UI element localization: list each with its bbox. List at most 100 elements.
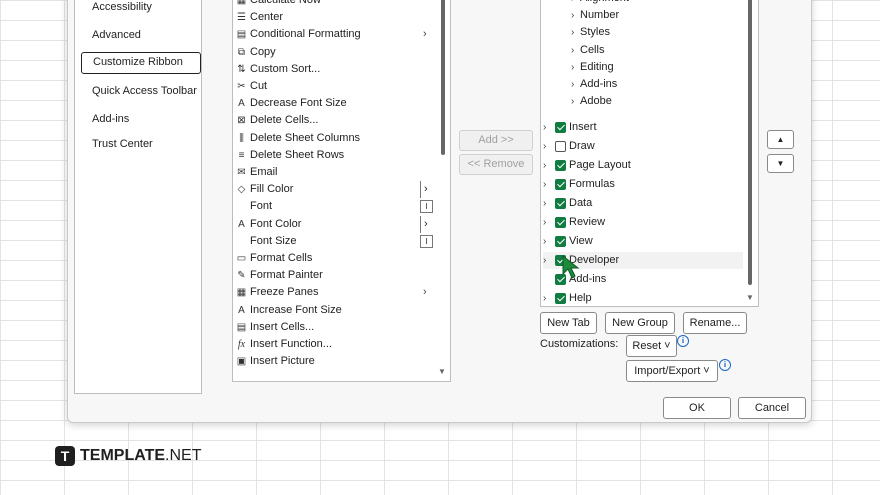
command-label: Decrease Font Size — [250, 97, 347, 110]
tree-tab-review[interactable]: › Review — [543, 214, 743, 231]
tree-tab-draw[interactable]: › Draw — [543, 138, 743, 155]
tree-subgroup[interactable]: › Add-ins — [571, 76, 731, 93]
chevron-right-icon[interactable]: › — [571, 24, 574, 41]
remove-button[interactable]: << Remove — [459, 154, 533, 175]
new-tab-button[interactable]: New Tab — [540, 312, 597, 334]
tree-scroll-down-arrow-icon[interactable]: ▼ — [746, 293, 754, 302]
tree-subgroup[interactable]: › Adobe — [571, 93, 731, 110]
tree-tab-insert[interactable]: › Insert — [543, 119, 743, 136]
mouse-pointer-icon — [562, 255, 580, 279]
checkbox[interactable] — [555, 160, 566, 171]
command-label: Delete Sheet Columns — [250, 131, 361, 144]
chevron-right-icon[interactable]: › — [543, 252, 546, 269]
tree-tab-label: Insert — [569, 121, 597, 133]
nav-item-advanced[interactable]: Advanced — [81, 24, 201, 46]
chevron-right-icon[interactable]: › — [543, 214, 546, 231]
tree-tab-page-layout[interactable]: › Page Layout — [543, 157, 743, 174]
nav-item-trust-center[interactable]: Trust Center — [81, 133, 201, 155]
tree-subgroup-label: Number — [580, 9, 620, 22]
nav-item-quick-access-toolbar[interactable]: Quick Access Toolbar — [81, 80, 201, 102]
chevron-right-icon[interactable]: › — [543, 176, 546, 193]
chevron-right-icon[interactable]: › — [543, 195, 546, 212]
tree-subgroup[interactable]: › Styles — [571, 24, 731, 41]
format-cells-icon: ▭ — [236, 253, 247, 264]
import-export-info-icon[interactable]: i — [719, 359, 731, 371]
command-item[interactable]: ☰ Center — [233, 9, 438, 26]
scroll-down-arrow-icon[interactable]: ▼ — [438, 367, 446, 376]
checkbox[interactable] — [555, 217, 566, 228]
command-label: Center — [250, 11, 284, 24]
command-item[interactable]: ✂ Cut — [233, 78, 438, 95]
tree-subgroup[interactable]: › Alignment — [571, 0, 731, 7]
command-label: Delete Sheet Rows — [250, 148, 345, 161]
command-item[interactable]: ▭ Format Cells — [233, 250, 438, 267]
tree-subgroup[interactable]: › Editing — [571, 59, 731, 76]
chevron-right-icon[interactable]: › — [543, 119, 546, 136]
insert-cells-icon: ▤ — [236, 321, 247, 333]
command-item[interactable]: A Increase Font Size — [233, 302, 438, 319]
tree-tab-data[interactable]: › Data — [543, 195, 743, 212]
tree-scrollbar-thumb[interactable] — [748, 0, 752, 285]
checkbox[interactable] — [555, 293, 566, 304]
tree-tab-label: Page Layout — [569, 159, 631, 171]
command-item[interactable]: ✉ Email — [233, 164, 438, 181]
command-item[interactable]: ≡ Delete Sheet Rows — [233, 147, 438, 164]
move-up-button[interactable]: ▲ — [767, 130, 794, 149]
scissors-icon: ✂ — [237, 81, 246, 92]
import-export-dropdown-button[interactable]: Import/Export ˅ — [626, 360, 718, 382]
chevron-right-icon[interactable]: › — [543, 138, 546, 155]
rename-button[interactable]: Rename... — [683, 312, 747, 334]
add-button[interactable]: Add >> — [459, 130, 533, 151]
command-item[interactable]: ▣ Insert Picture — [233, 353, 438, 370]
chevron-right-icon[interactable]: › — [571, 76, 574, 93]
checkbox[interactable] — [555, 198, 566, 209]
new-group-button[interactable]: New Group — [605, 312, 675, 334]
command-item[interactable]: ⧉ Copy — [233, 44, 438, 61]
ribbon-tabs-tree[interactable]: ▼ › Insert › Draw › Page Layout › Formulas › Data… — [540, 0, 759, 307]
checkbox[interactable] — [555, 122, 566, 133]
move-down-button[interactable]: ▼ — [767, 154, 794, 173]
commands-scrollbar-thumb[interactable] — [441, 0, 445, 155]
tree-subgroup[interactable]: › Number — [571, 7, 731, 24]
freeze-panes-icon: ▦ — [236, 287, 247, 299]
reset-dropdown-button[interactable]: Reset ˅ — [626, 335, 677, 357]
tree-tab-help[interactable]: › Help — [543, 290, 743, 306]
commands-list[interactable]: ▼ ▦ Calculate Now ☰ Center ▤ Conditional Form… — [232, 0, 451, 382]
checkbox[interactable] — [555, 236, 566, 247]
command-item[interactable]: ▤ Insert Cells... — [233, 319, 438, 336]
command-item[interactable]: ▤ Conditional Formatting › — [233, 26, 438, 43]
chevron-right-icon[interactable]: › — [571, 0, 574, 7]
chevron-right-icon[interactable]: › — [571, 42, 574, 59]
chevron-right-icon[interactable]: › — [543, 157, 546, 174]
command-item[interactable]: A Decrease Font Size — [233, 95, 438, 112]
checkbox[interactable] — [555, 141, 566, 152]
tree-tab-formulas[interactable]: › Formulas — [543, 176, 743, 193]
nav-item-add-ins[interactable]: Add-ins — [81, 108, 201, 130]
command-item[interactable]: ✎ Format Painter — [233, 267, 438, 284]
reset-info-icon[interactable]: i — [677, 335, 689, 347]
command-item[interactable]: ⫼ Delete Sheet Columns — [233, 130, 438, 147]
command-item[interactable]: ▦ Freeze Panes › — [233, 284, 438, 301]
chevron-right-icon[interactable]: › — [571, 93, 574, 110]
command-item[interactable]: ◇ Fill Color › — [233, 181, 438, 199]
ok-button[interactable]: OK — [663, 397, 731, 419]
chevron-right-icon[interactable]: › — [543, 233, 546, 250]
command-label: Insert Function... — [250, 338, 332, 350]
nav-item-accessibility[interactable]: Accessibility — [81, 0, 201, 18]
command-item[interactable]: Font I — [233, 198, 438, 215]
command-item[interactable]: ⇅ Custom Sort... — [233, 61, 438, 78]
chevron-right-icon[interactable]: › — [571, 7, 574, 24]
cancel-button[interactable]: Cancel — [738, 397, 806, 419]
command-item[interactable]: A Font Color › — [233, 215, 438, 233]
chevron-right-icon[interactable]: › — [543, 290, 546, 306]
command-item[interactable]: Font Size I — [233, 233, 438, 250]
checkbox[interactable] — [555, 179, 566, 190]
command-item[interactable]: ⊠ Delete Cells... — [233, 112, 438, 129]
command-item[interactable]: fx Insert Function... — [233, 336, 438, 353]
command-item[interactable]: ▦ Calculate Now — [233, 0, 438, 9]
chevron-right-icon[interactable]: › — [571, 59, 574, 76]
calculator-icon: ▦ — [236, 0, 247, 6]
tree-tab-view[interactable]: › View — [543, 233, 743, 250]
nav-item-customize-ribbon[interactable]: Customize Ribbon — [81, 52, 201, 74]
tree-subgroup[interactable]: › Cells — [571, 42, 731, 59]
